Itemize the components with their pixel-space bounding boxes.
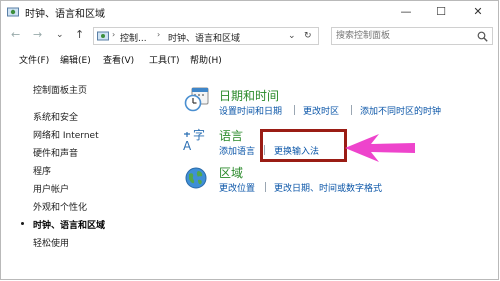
sidebar-item-ease-of-access[interactable]: 轻松使用 <box>33 236 69 249</box>
search-input[interactable] <box>336 29 466 43</box>
window-title: 时钟、语言和区域 <box>25 9 105 20</box>
refresh-button[interactable]: ↻ <box>304 31 312 41</box>
sidebar-item-home[interactable]: 控制面板主页 <box>33 83 87 96</box>
breadcrumb-separator: › <box>112 30 116 39</box>
breadcrumb-separator: › <box>157 30 161 39</box>
category-title-language[interactable]: 语言 <box>219 127 243 144</box>
link-change-location[interactable]: 更改位置 <box>219 181 255 194</box>
control-panel-icon <box>97 31 109 41</box>
sidebar-item-programs[interactable]: 程序 <box>33 164 51 177</box>
annotation-arrow-icon <box>345 134 415 162</box>
sidebar-item-hardware-sound[interactable]: 硬件和声音 <box>33 146 78 159</box>
recent-locations-dropdown[interactable]: ⌄ <box>56 28 64 42</box>
search-box[interactable] <box>331 27 493 45</box>
link-divider <box>294 105 295 115</box>
navigation-bar: ← → ⌄ ↑ › 控制... › 时钟、语言和区域 ⌄ ↻ <box>1 25 498 47</box>
language-icon: 字 A <box>183 127 205 153</box>
address-dropdown-button[interactable]: ⌄ <box>288 31 296 41</box>
active-item-bullet <box>21 222 24 225</box>
sidebar-item-user-accounts[interactable]: 用户帐户 <box>33 182 69 195</box>
link-change-date-time-number-format[interactable]: 更改日期、时间或数字格式 <box>274 181 382 194</box>
link-divider <box>265 182 266 192</box>
link-set-date-time[interactable]: 设置时间和日期 <box>219 104 282 117</box>
menu-edit[interactable]: 编辑(E) <box>60 53 91 66</box>
title-bar: 时钟、语言和区域 — ☐ ✕ <box>1 1 498 23</box>
sidebar-item-appearance[interactable]: 外观和个性化 <box>33 200 87 213</box>
category-title-region[interactable]: 区域 <box>219 164 243 181</box>
annotation-highlight-box <box>260 129 347 162</box>
sidebar: 控制面板主页 系统和安全 网络和 Internet 硬件和声音 程序 用户帐户 … <box>1 67 171 281</box>
menu-file[interactable]: 文件(F) <box>19 53 49 66</box>
menu-view[interactable]: 查看(V) <box>103 53 134 66</box>
svg-text:字: 字 <box>193 127 205 142</box>
search-icon[interactable] <box>477 31 488 42</box>
link-add-clocks[interactable]: 添加不同时区的时钟 <box>360 104 441 117</box>
globe-icon <box>185 167 207 189</box>
category-title-date-time[interactable]: 日期和时间 <box>219 87 279 104</box>
forward-button[interactable]: → <box>33 28 42 42</box>
maximize-button[interactable]: ☐ <box>426 3 456 21</box>
back-button[interactable]: ← <box>11 28 20 42</box>
link-divider <box>351 105 352 115</box>
minimize-button[interactable]: — <box>391 3 421 21</box>
sidebar-item-network[interactable]: 网络和 Internet <box>33 128 99 141</box>
address-bar[interactable]: › 控制... › 时钟、语言和区域 ⌄ ↻ <box>93 27 319 45</box>
link-change-timezone[interactable]: 更改时区 <box>303 104 339 117</box>
menu-help[interactable]: 帮助(H) <box>190 53 222 66</box>
close-button[interactable]: ✕ <box>463 3 493 21</box>
up-button[interactable]: ↑ <box>75 28 84 42</box>
menu-tools[interactable]: 工具(T) <box>149 53 180 66</box>
control-panel-window: 时钟、语言和区域 — ☐ ✕ ← → ⌄ ↑ › 控制... › 时钟、语言和区… <box>0 0 499 280</box>
breadcrumb-clock-language-region[interactable]: 时钟、语言和区域 <box>168 31 240 44</box>
sidebar-item-system-security[interactable]: 系统和安全 <box>33 110 78 123</box>
breadcrumb-control-panel[interactable]: 控制... <box>120 31 147 44</box>
svg-text:A: A <box>183 139 192 153</box>
control-panel-icon <box>7 7 19 17</box>
clock-icon <box>184 87 209 112</box>
link-add-language[interactable]: 添加语言 <box>219 144 255 157</box>
sidebar-item-clock-language-region[interactable]: 时钟、语言和区域 <box>33 218 105 231</box>
menu-bar: 文件(F) 编辑(E) 查看(V) 工具(T) 帮助(H) <box>1 53 498 67</box>
